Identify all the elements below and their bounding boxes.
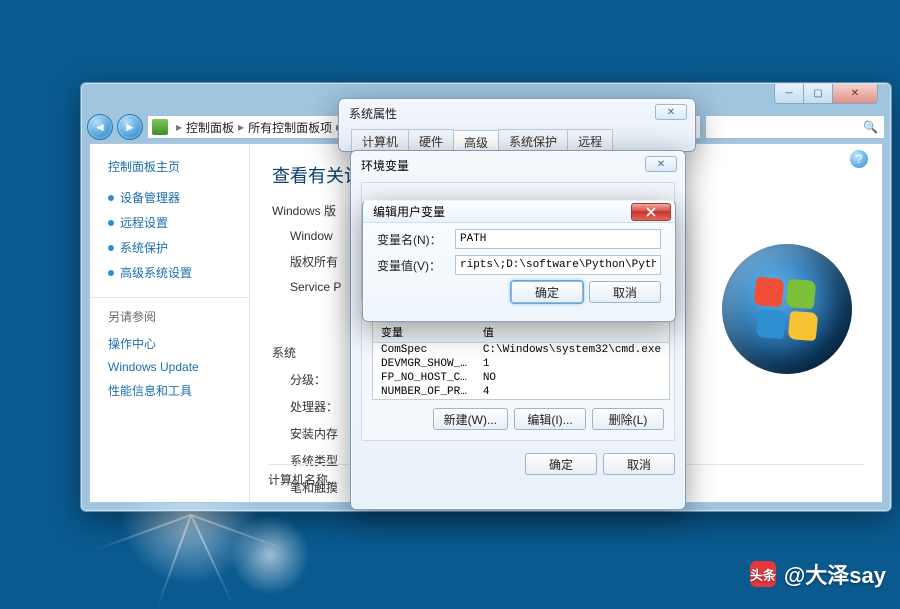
edit-user-variable-dialog: 编辑用户变量 变量名(N)： 变量值(V)： 确定 取消 (362, 200, 676, 322)
variable-name-label: 变量名(N)： (377, 231, 455, 248)
table-row[interactable]: ComSpecC:\Windows\system32\cmd.exe (373, 343, 670, 358)
table-row[interactable]: DEVMGR_SHOW_…1 (373, 357, 670, 371)
see-also-performance[interactable]: 性能信息和工具 (108, 378, 235, 403)
breadcrumb-item[interactable]: 控制面板 (186, 119, 234, 136)
tab-hardware[interactable]: 硬件 (408, 129, 454, 151)
edit-button[interactable]: 编辑(I)... (514, 408, 586, 430)
column-value[interactable]: 值 (475, 322, 670, 343)
sidebar-item-advanced[interactable]: 高级系统设置 (108, 260, 235, 285)
nav-forward-button[interactable]: ► (117, 114, 143, 140)
window-title[interactable]: 系统属性 (349, 105, 687, 122)
tab-computer-name[interactable]: 计算机 (351, 129, 409, 151)
search-icon: 🔍 (863, 120, 878, 134)
bullet-icon (108, 245, 114, 251)
sidebar-item-device-manager[interactable]: 设备管理器 (108, 185, 235, 210)
system-variables-group: 系统变量(S) 变量值 ComSpecC:\Windows\system32\c… (361, 310, 675, 441)
cancel-button[interactable]: 取消 (589, 281, 661, 303)
tab-system-protection[interactable]: 系统保护 (498, 129, 568, 151)
system-variables-table[interactable]: 变量值 ComSpecC:\Windows\system32\cmd.exe D… (372, 321, 670, 400)
search-input[interactable]: 🔍 (705, 115, 885, 139)
column-variable[interactable]: 变量 (373, 322, 475, 343)
table-row[interactable]: NUMBER_OF_PR…4 (373, 385, 670, 400)
sidebar: 控制面板主页 设备管理器 远程设置 系统保护 高级系统设置 另请参阅 操作中心 … (90, 144, 250, 502)
window-title[interactable]: 环境变量 (361, 157, 675, 174)
table-row[interactable]: FP_NO_HOST_C…NO (373, 371, 670, 385)
bullet-icon (108, 220, 114, 226)
variable-value-label: 变量值(V)： (377, 257, 455, 274)
delete-button[interactable]: 删除(L) (592, 408, 664, 430)
ok-button[interactable]: 确定 (511, 281, 583, 303)
variable-name-input[interactable] (455, 229, 661, 249)
help-icon[interactable]: ? (850, 150, 868, 168)
close-icon (646, 207, 656, 217)
windows-logo (722, 244, 852, 374)
minimize-button[interactable]: ─ (774, 84, 804, 104)
ok-button[interactable]: 确定 (525, 453, 597, 475)
bullet-icon (108, 270, 114, 276)
sidebar-item-protection[interactable]: 系统保护 (108, 235, 235, 260)
bullet-icon (108, 195, 114, 201)
close-button[interactable]: ✕ (655, 104, 687, 120)
breadcrumb-item[interactable]: 所有控制面板项 (248, 119, 332, 136)
new-button[interactable]: 新建(W)... (433, 408, 508, 430)
sidebar-home[interactable]: 控制面板主页 (108, 158, 235, 175)
see-also-action-center[interactable]: 操作中心 (108, 331, 235, 356)
close-button[interactable] (631, 203, 671, 221)
tab-remote[interactable]: 远程 (567, 129, 613, 151)
nav-back-button[interactable]: ◄ (87, 114, 113, 140)
watermark-author: @大泽say (784, 558, 886, 590)
sidebar-item-remote[interactable]: 远程设置 (108, 210, 235, 235)
see-also-title: 另请参阅 (108, 308, 235, 325)
tabs: 计算机 硬件 高级 系统保护 远程 (351, 129, 612, 151)
variable-value-input[interactable] (455, 255, 661, 275)
titlebar[interactable]: 编辑用户变量 (363, 201, 675, 223)
window-title: 编辑用户变量 (373, 203, 445, 220)
watermark: 头条 @大泽say (750, 558, 886, 590)
see-also-windows-update[interactable]: Windows Update (108, 356, 235, 378)
tab-advanced[interactable]: 高级 (453, 130, 499, 152)
maximize-button[interactable]: ▢ (803, 84, 833, 104)
close-button[interactable]: ✕ (645, 156, 677, 172)
control-panel-icon (152, 119, 168, 135)
cancel-button[interactable]: 取消 (603, 453, 675, 475)
toutiao-icon: 头条 (750, 561, 776, 587)
close-button[interactable]: ✕ (832, 84, 878, 104)
system-properties-window: 系统属性 ✕ 计算机 硬件 高级 系统保护 远程 (338, 98, 696, 152)
